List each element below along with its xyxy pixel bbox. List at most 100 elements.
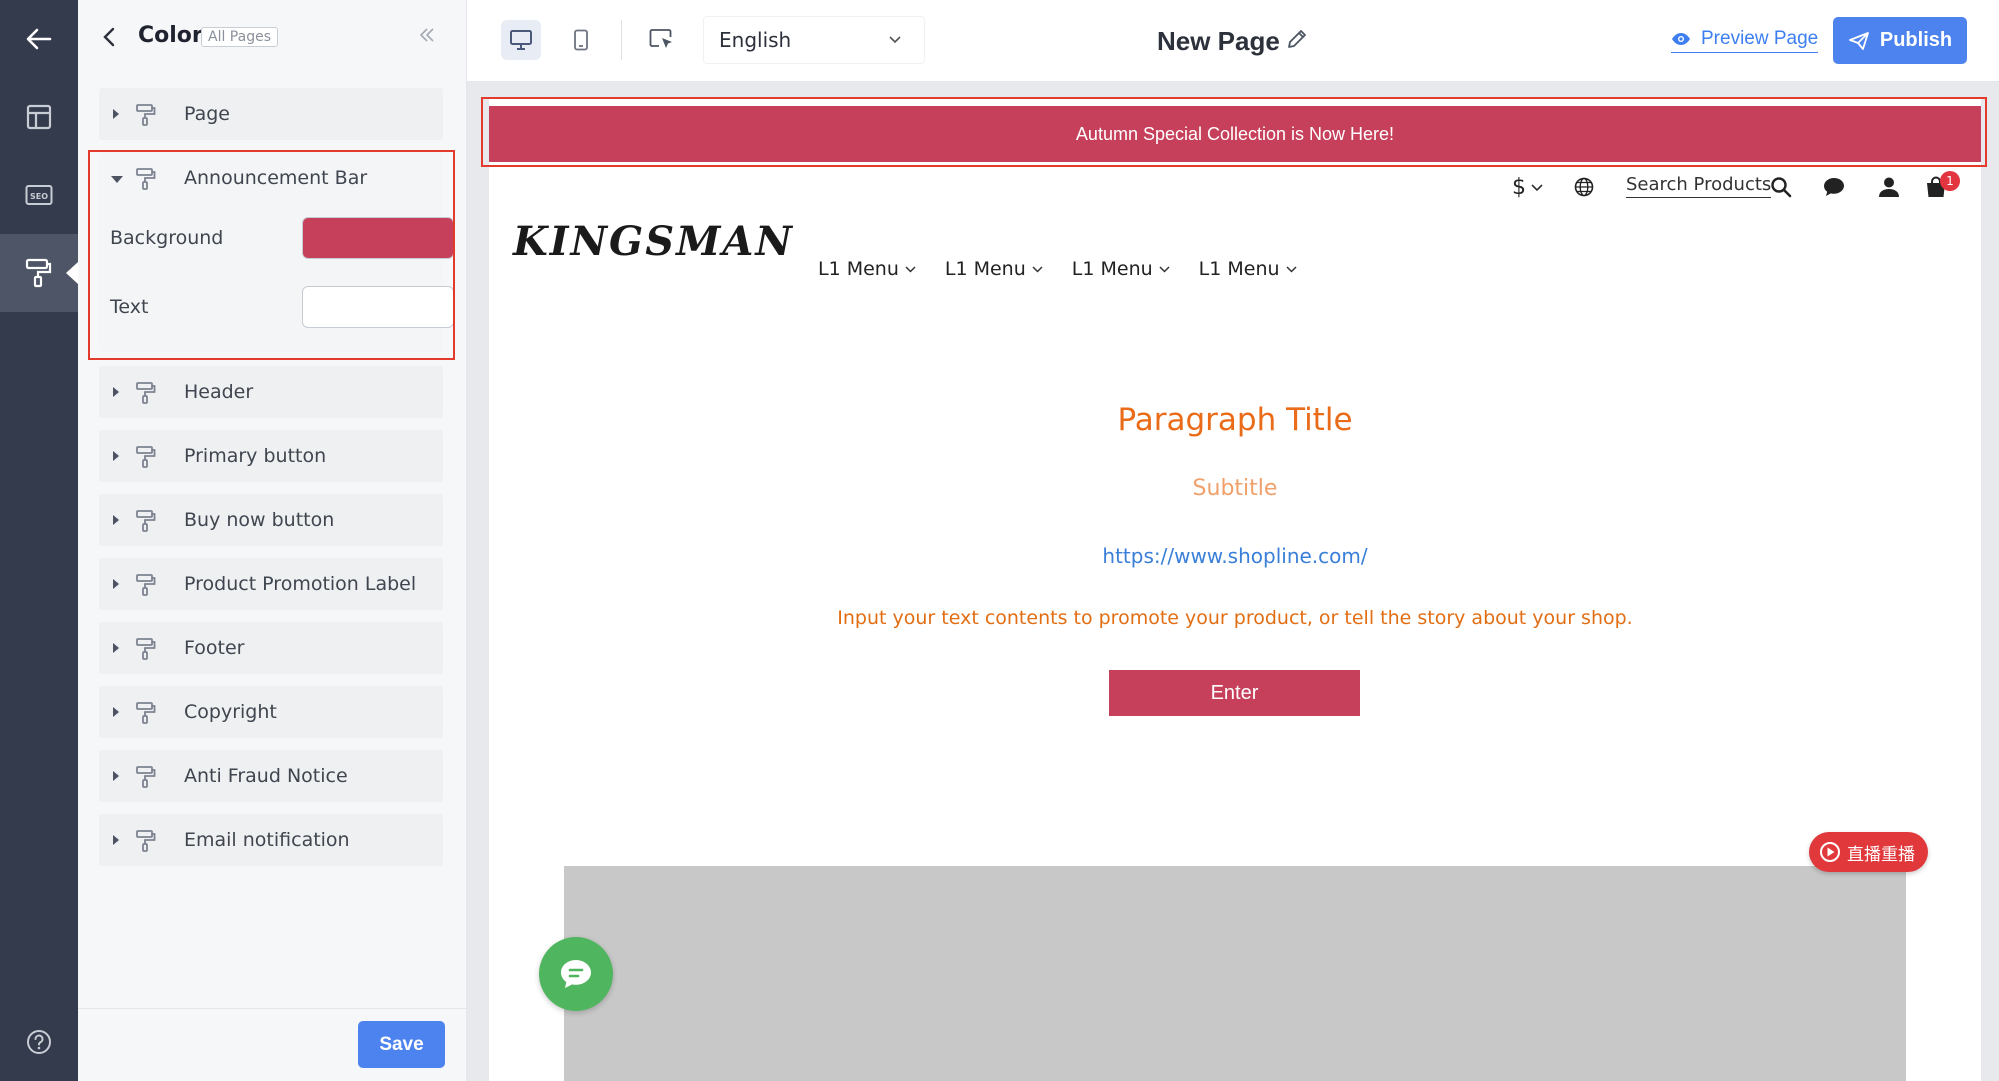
caret-down-icon[interactable] <box>111 176 123 183</box>
paint-roller-icon <box>25 258 52 288</box>
account-button[interactable] <box>1878 170 1900 204</box>
save-button[interactable]: Save <box>358 1021 445 1068</box>
live-replay-button[interactable]: 直播重播 <box>1809 832 1928 872</box>
section-copyright[interactable]: Copyright <box>99 686 443 738</box>
enter-button[interactable]: Enter <box>1109 670 1360 716</box>
section-label: Footer <box>184 637 245 659</box>
caret-right-icon <box>113 707 119 717</box>
play-circle-icon <box>1820 842 1840 862</box>
section-footer[interactable]: Footer <box>99 622 443 674</box>
seo-nav-button[interactable]: SEO <box>0 156 78 234</box>
theme-color-nav-button[interactable] <box>0 234 78 312</box>
caret-right-icon <box>113 387 119 397</box>
left-rail: SEO <box>0 0 78 1081</box>
paint-roller-icon <box>136 574 156 596</box>
section-label: Copyright <box>184 701 277 723</box>
svg-text:SEO: SEO <box>30 192 48 201</box>
caret-right-icon <box>113 451 119 461</box>
cursor-select-icon <box>649 29 672 48</box>
section-label: Anti Fraud Notice <box>184 765 348 787</box>
caret-right-icon <box>113 579 119 589</box>
seo-icon: SEO <box>25 185 53 205</box>
caret-right-icon <box>113 771 119 781</box>
live-replay-label: 直播重播 <box>1847 844 1915 865</box>
language-select[interactable]: English <box>703 16 925 64</box>
nav-item-l1-menu[interactable]: L1 Menu <box>945 258 1043 280</box>
preview-label: Preview Page <box>1701 28 1819 49</box>
section-anti-fraud-notice[interactable]: Anti Fraud Notice <box>99 750 443 802</box>
help-icon <box>27 1030 51 1054</box>
paragraph-body: Input your text contents to promote your… <box>837 607 1633 629</box>
paint-roller-icon <box>136 446 156 468</box>
paint-roller-icon <box>136 104 156 126</box>
nav-item-label: L1 Menu <box>944 258 1026 280</box>
paint-roller-icon <box>136 382 156 404</box>
top-toolbar: English New Page Preview Page Publish <box>467 0 1999 82</box>
nav-item-label: L1 Menu <box>818 258 899 280</box>
collapse-panel-icon[interactable] <box>419 28 435 42</box>
section-page[interactable]: Page <box>99 88 443 140</box>
nav-item-l1-menu[interactable]: L1 Menu <box>818 258 916 280</box>
site-preview: Autumn Special Collection is Now Here! $… <box>489 98 1981 1081</box>
search-button[interactable] <box>1770 170 1792 204</box>
section-primary-button[interactable]: Primary button <box>99 430 443 482</box>
color-settings-panel: Color All Pages Page Announcement Bar Ba… <box>78 0 467 1081</box>
edit-pencil-icon[interactable] <box>1285 27 1309 51</box>
preview-page-link[interactable]: Preview Page <box>1671 28 1819 53</box>
nav-item-label: L1 Menu <box>1071 258 1153 280</box>
search-products-field[interactable]: Search Products <box>1626 174 1772 198</box>
section-label[interactable]: Announcement Bar <box>184 167 367 189</box>
select-element-button[interactable] <box>642 20 682 60</box>
eye-icon <box>1672 33 1690 45</box>
mobile-view-button[interactable] <box>561 20 601 60</box>
chevron-down-icon <box>905 266 916 273</box>
background-color-swatch[interactable] <box>302 217 454 259</box>
text-color-label: Text <box>110 296 149 318</box>
chat-widget-button[interactable] <box>539 937 613 1011</box>
section-header[interactable]: Header <box>99 366 443 418</box>
paper-plane-icon <box>1848 31 1869 50</box>
paint-roller-icon <box>136 702 156 724</box>
panel-header: Color All Pages <box>78 0 467 76</box>
section-buy-now-button[interactable]: Buy now button <box>99 494 443 546</box>
chat-bubble-icon <box>561 960 591 988</box>
caret-right-icon <box>113 835 119 845</box>
publish-button[interactable]: Publish <box>1833 17 1967 64</box>
chevron-left-icon[interactable] <box>102 26 116 48</box>
chevron-down-icon <box>1159 266 1170 273</box>
layout-icon <box>26 104 52 130</box>
nav-item-l1-menu[interactable]: L1 Menu <box>1199 258 1297 280</box>
help-button[interactable] <box>0 1003 78 1081</box>
text-color-swatch[interactable] <box>302 286 454 328</box>
nav-item-label: L1 Menu <box>1198 258 1280 280</box>
paint-roller-icon <box>136 830 156 852</box>
layout-nav-button[interactable] <box>0 78 78 156</box>
section-email-notification[interactable]: Email notification <box>99 814 443 866</box>
announcement-text: Autumn Special Collection is Now Here! <box>1075 123 1395 144</box>
section-product-promotion-label[interactable]: Product Promotion Label <box>99 558 443 610</box>
section-label: Header <box>184 381 254 403</box>
store-logo[interactable]: KINGSMAN <box>513 218 794 265</box>
desktop-icon <box>510 30 532 50</box>
caret-right-icon <box>113 109 119 119</box>
caret-right-icon <box>113 643 119 653</box>
back-arrow-icon <box>26 28 52 50</box>
paragraph-link[interactable]: https://www.shopline.com/ <box>489 544 1981 568</box>
divider <box>621 20 622 60</box>
user-icon <box>1879 177 1899 197</box>
chat-button[interactable] <box>1822 170 1846 204</box>
search-placeholder: Search Products <box>1626 174 1772 195</box>
language-globe-button[interactable] <box>1574 170 1594 204</box>
globe-icon <box>1574 177 1594 197</box>
back-button[interactable] <box>0 0 78 78</box>
paint-roller-icon <box>136 638 156 660</box>
nav-item-l1-menu[interactable]: L1 Menu <box>1072 258 1170 280</box>
main-nav: L1 Menu L1 Menu L1 Menu L1 Menu <box>818 258 1326 280</box>
chevron-down-icon <box>1032 266 1043 273</box>
desktop-view-button[interactable] <box>501 20 541 60</box>
paragraph-subtitle: Subtitle <box>1192 476 1278 501</box>
announcement-bar[interactable]: Autumn Special Collection is Now Here! <box>489 106 1981 162</box>
paint-roller-icon <box>136 766 156 788</box>
currency-selector[interactable]: $ <box>1512 170 1544 204</box>
scope-tag: All Pages <box>201 27 278 47</box>
